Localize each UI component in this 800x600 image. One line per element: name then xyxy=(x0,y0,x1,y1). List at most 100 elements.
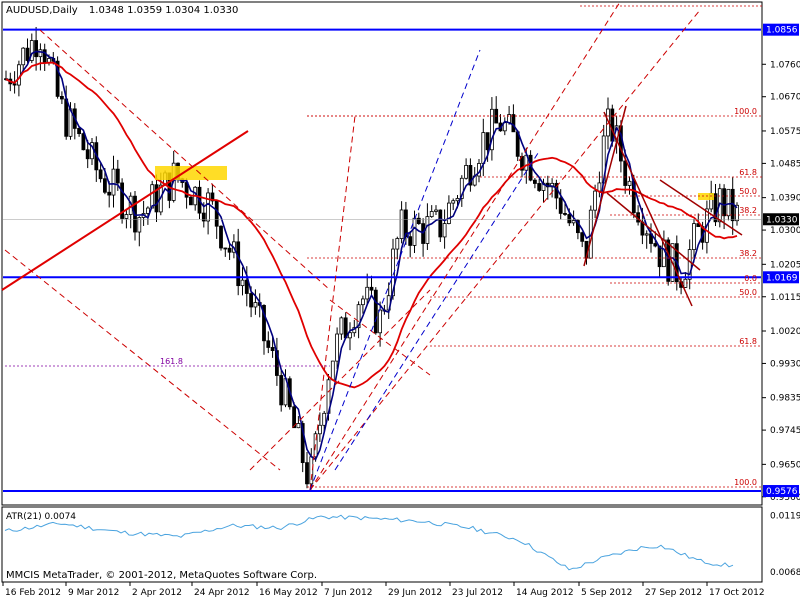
candle-body xyxy=(330,360,335,381)
chart-header: AUDUSD,Daily 1.0348 1.0359 1.0304 1.0330 xyxy=(6,5,238,16)
candle-body xyxy=(533,179,537,184)
price-tick-label: 1.0670 xyxy=(770,93,800,103)
fib-level-label: 38.2 xyxy=(739,206,757,215)
candle-body xyxy=(279,375,284,406)
candle-body xyxy=(558,197,563,214)
time-tick-label: 29 Jun 2012 xyxy=(388,588,442,598)
price-marker-label: 1.0330 xyxy=(766,215,798,225)
price-tick-label: 1.0575 xyxy=(770,127,800,137)
candle-body xyxy=(103,178,107,193)
atr-label: ATR(21) 0.0074 xyxy=(6,512,76,522)
candle-body xyxy=(726,188,731,217)
atr-tick-label: 0.0068 xyxy=(770,568,800,578)
candle-body xyxy=(438,209,443,238)
candle-body xyxy=(223,247,228,250)
candle-body xyxy=(206,192,211,222)
fib-level-label: 0.0 xyxy=(744,274,757,283)
candle-body xyxy=(429,211,434,218)
candle-body xyxy=(537,183,542,191)
candle-body xyxy=(425,216,430,244)
candle-body xyxy=(373,289,378,334)
candle-body xyxy=(322,412,327,426)
candle-body xyxy=(150,184,155,209)
candle-body xyxy=(653,243,658,247)
candle-body xyxy=(236,241,241,287)
time-tick-label: 16 Feb 2012 xyxy=(5,588,61,598)
candle-body xyxy=(219,225,223,249)
atr-tick-label: 0.0119 xyxy=(770,512,800,522)
price-tick-label: 1.0020 xyxy=(770,327,800,337)
candle-body xyxy=(253,302,258,308)
candle-body xyxy=(317,424,322,435)
candle-body xyxy=(201,212,206,222)
time-tick-label: 5 Sep 2012 xyxy=(581,588,632,598)
price-tick-label: 1.0205 xyxy=(770,260,800,270)
time-tick-label: 23 Jul 2012 xyxy=(452,588,503,598)
time-tick-label: 16 May 2012 xyxy=(259,588,318,598)
price-marker-label: 1.0169 xyxy=(766,273,798,283)
candle-body xyxy=(81,133,86,151)
candle-body xyxy=(399,209,404,239)
candle-body xyxy=(365,286,370,300)
candle-body xyxy=(115,168,120,184)
candle-body xyxy=(442,223,447,238)
fib-level-label: 50.0 xyxy=(739,187,757,196)
candle-body xyxy=(34,40,38,58)
candle-body xyxy=(270,347,275,352)
price-tick-label: 0.9930 xyxy=(770,359,800,369)
price-tick-label: 0.9745 xyxy=(770,426,800,436)
candle-body xyxy=(227,247,232,253)
candle-body xyxy=(137,217,142,233)
candle-body xyxy=(434,209,438,212)
candle-body xyxy=(567,214,572,224)
price-tick-label: 1.0485 xyxy=(770,159,800,169)
candle-body xyxy=(360,298,365,306)
candle-body xyxy=(188,196,193,206)
fib-level-label: 100.0 xyxy=(734,107,757,116)
time-tick-label: 9 Mar 2012 xyxy=(68,588,119,598)
candle-body xyxy=(111,168,116,196)
candle-body xyxy=(511,114,516,133)
ohlc-values: 1.0348 1.0359 1.0304 1.0330 xyxy=(89,5,239,16)
candle-body xyxy=(464,165,469,179)
time-tick-label: 24 Apr 2012 xyxy=(194,588,250,598)
candle-body xyxy=(335,333,340,362)
candle-body xyxy=(722,188,726,217)
price-tick-label: 0.9650 xyxy=(770,460,800,470)
fib-level-label: 50.0 xyxy=(739,288,757,297)
fib-level-label: 161.8 xyxy=(160,357,183,366)
candle-body xyxy=(249,293,254,308)
highlight-box xyxy=(698,193,714,200)
candle-body xyxy=(657,245,662,268)
candle-body xyxy=(339,317,344,335)
candle-body xyxy=(571,220,576,224)
time-tick-label: 7 Jun 2012 xyxy=(324,588,372,598)
candle-body xyxy=(597,182,602,192)
candle-body xyxy=(446,202,451,224)
candle-body xyxy=(214,200,219,227)
symbol-label: AUDUSD,Daily xyxy=(6,5,78,16)
candle-body xyxy=(692,223,696,250)
candle-body xyxy=(593,190,597,211)
candle-body xyxy=(85,149,90,160)
candle-body xyxy=(485,132,490,151)
candle-body xyxy=(412,217,417,246)
price-marker-label: 1.0856 xyxy=(766,26,798,36)
candle-body xyxy=(378,309,383,334)
chart-canvas[interactable]: 100.0 61.8 50.0 38.2 0.0 50.0 61.8 100.0 38.2 161… xyxy=(0,0,800,600)
fib-level-label: 38.2 xyxy=(739,249,757,258)
candle-body xyxy=(296,423,301,429)
fib-level-label: 61.8 xyxy=(739,337,757,346)
candle-body xyxy=(455,198,460,202)
candle-body xyxy=(38,49,43,58)
price-tick-label: 1.0300 xyxy=(770,226,800,236)
candle-body xyxy=(563,213,567,215)
candle-body xyxy=(98,169,103,180)
candle-body xyxy=(266,340,271,348)
candle-body xyxy=(369,286,374,291)
time-tick-label: 17 Oct 2012 xyxy=(709,588,765,598)
candle-body xyxy=(124,214,129,219)
candle-body xyxy=(240,279,245,287)
candle-body xyxy=(666,239,671,282)
candle-body xyxy=(395,238,400,250)
